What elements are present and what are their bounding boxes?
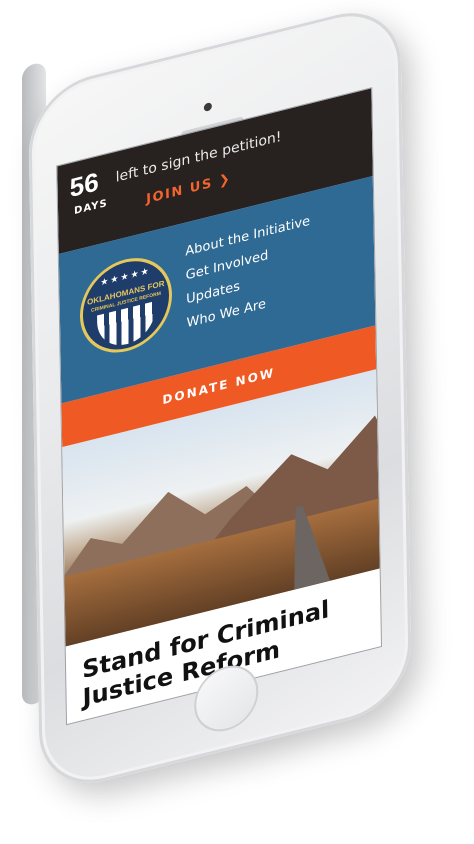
days-remaining-number: 56	[69, 166, 99, 204]
join-us-label: JOIN US	[146, 175, 213, 208]
join-us-link[interactable]: JOIN US ❯	[146, 171, 231, 207]
petition-message: left to sign the petition!	[115, 128, 282, 186]
organization-logo[interactable]: ★★★★★ OKLAHOMANS FOR CRIMINAL JUSTICE RE…	[79, 248, 173, 363]
phone-body: 56 DAYS left to sign the petition! JOIN …	[27, 0, 413, 797]
camera-icon	[203, 101, 212, 112]
main-navigation: About the Initiative Get Involved Update…	[185, 210, 311, 337]
phone-screen: 56 DAYS left to sign the petition! JOIN …	[57, 88, 382, 725]
phone-mockup: 56 DAYS left to sign the petition! JOIN …	[0, 0, 474, 844]
chevron-right-icon: ❯	[218, 171, 232, 190]
